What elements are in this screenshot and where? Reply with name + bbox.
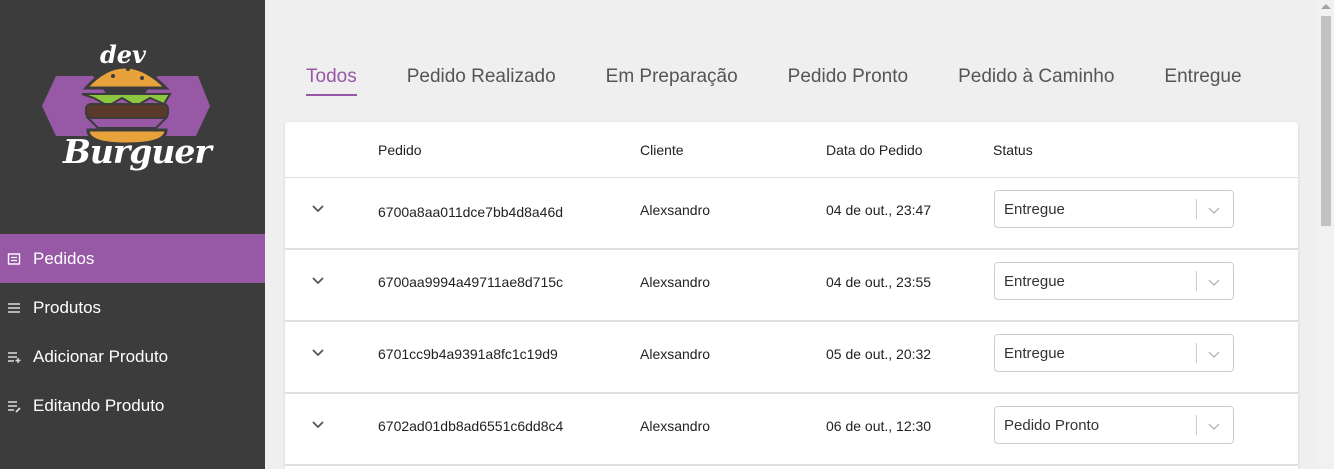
order-date: 04 de out., 23:55 bbox=[826, 274, 932, 290]
order-date: 05 de out., 20:32 bbox=[826, 346, 932, 362]
page-scrollbar[interactable] bbox=[1317, 0, 1334, 469]
table-row: 6700a8aa011dce7bb4d8a46d Alexsandro 04 d… bbox=[285, 178, 1298, 250]
receipt-icon bbox=[7, 252, 21, 266]
table-header: Pedido Cliente Data do Pedido Status bbox=[285, 122, 1298, 178]
sidebar-item-label: Pedidos bbox=[33, 248, 95, 268]
table-row: 6701cc9b4a9391a8fc1c19d9 Alexsandro 05 d… bbox=[285, 322, 1298, 394]
status-select[interactable]: Entregue bbox=[994, 262, 1234, 300]
sidebar-item-label: Editando Produto bbox=[33, 395, 165, 415]
client-name: Alexsandro bbox=[640, 418, 711, 434]
sidebar-item-editando-produto[interactable]: Editando Produto bbox=[0, 381, 265, 430]
scrollbar-thumb[interactable] bbox=[1321, 16, 1331, 226]
order-id: 6702ad01db8ad6551c6dd8c4 bbox=[378, 418, 564, 434]
chevron-down-icon bbox=[1208, 279, 1220, 287]
playlist-edit-icon bbox=[7, 399, 21, 413]
status-select[interactable]: Entregue bbox=[994, 190, 1234, 228]
select-divider bbox=[1196, 199, 1197, 219]
header-data: Data do Pedido bbox=[826, 142, 923, 158]
status-select-value: Entregue bbox=[1004, 201, 1065, 218]
dev-burguer-logo: dev Burguer bbox=[38, 36, 213, 186]
tab-entregue[interactable]: Entregue bbox=[1164, 66, 1241, 96]
tab-todos[interactable]: Todos bbox=[306, 66, 357, 96]
client-name: Alexsandro bbox=[640, 274, 711, 290]
order-id: 6700a8aa011dce7bb4d8a46d bbox=[378, 204, 564, 220]
header-cliente: Cliente bbox=[640, 142, 684, 158]
order-date: 04 de out., 23:47 bbox=[826, 202, 932, 218]
scroll-up-icon[interactable] bbox=[1321, 4, 1331, 9]
status-select[interactable]: Entregue bbox=[994, 334, 1234, 372]
sidebar-menu: Pedidos Produtos Adicionar Produto Edita… bbox=[0, 234, 265, 430]
tab-pedido-pronto[interactable]: Pedido Pronto bbox=[788, 66, 908, 96]
sidebar: dev Burguer Pedidos Produtos Adicionar P… bbox=[0, 0, 265, 469]
table-row: 6700aa9994a49711ae8d715c Alexsandro 04 d… bbox=[285, 250, 1298, 322]
order-id: 6700aa9994a49711ae8d715c bbox=[378, 274, 564, 290]
expand-chevron-icon[interactable] bbox=[310, 416, 326, 432]
client-name: Alexsandro bbox=[640, 346, 711, 362]
select-divider bbox=[1196, 343, 1197, 363]
chevron-down-icon bbox=[1208, 207, 1220, 215]
sidebar-item-label: Adicionar Produto bbox=[33, 346, 169, 366]
tab-pedido-a-caminho[interactable]: Pedido à Caminho bbox=[958, 66, 1114, 96]
list-icon bbox=[7, 301, 21, 315]
sidebar-item-adicionar-produto[interactable]: Adicionar Produto bbox=[0, 332, 265, 381]
chevron-down-icon bbox=[1208, 423, 1220, 431]
header-status: Status bbox=[993, 142, 1033, 158]
client-name: Alexsandro bbox=[640, 202, 711, 218]
sidebar-item-produtos[interactable]: Produtos bbox=[0, 283, 265, 332]
logo-dev-text: dev bbox=[100, 40, 146, 69]
status-select-value: Pedido Pronto bbox=[1004, 417, 1100, 434]
order-date: 06 de out., 12:30 bbox=[826, 418, 932, 434]
table-row: 6702ad01db8ad6551c6dd8c4 Alexsandro 06 d… bbox=[285, 394, 1298, 466]
logo-burguer-text: Burguer bbox=[63, 132, 212, 171]
sidebar-item-label: Produtos bbox=[33, 297, 102, 317]
select-divider bbox=[1196, 415, 1197, 435]
status-filter-tabs: Todos Pedido Realizado Em Preparação Ped… bbox=[306, 66, 1242, 96]
sidebar-item-pedidos[interactable]: Pedidos bbox=[0, 234, 265, 283]
chevron-down-icon bbox=[1208, 351, 1220, 359]
status-select-value: Entregue bbox=[1004, 273, 1065, 290]
status-select-value: Entregue bbox=[1004, 345, 1065, 362]
orders-table: Pedido Cliente Data do Pedido Status 670… bbox=[285, 122, 1298, 469]
select-divider bbox=[1196, 271, 1197, 291]
playlist-add-icon bbox=[7, 350, 21, 364]
expand-chevron-icon[interactable] bbox=[310, 272, 326, 288]
order-id: 6701cc9b4a9391a8fc1c19d9 bbox=[378, 346, 558, 362]
expand-chevron-icon[interactable] bbox=[310, 200, 326, 216]
tab-em-preparacao[interactable]: Em Preparação bbox=[606, 66, 738, 96]
header-pedido: Pedido bbox=[378, 142, 422, 158]
status-select[interactable]: Pedido Pronto bbox=[994, 406, 1234, 444]
expand-chevron-icon[interactable] bbox=[310, 344, 326, 360]
tab-pedido-realizado[interactable]: Pedido Realizado bbox=[407, 66, 556, 96]
